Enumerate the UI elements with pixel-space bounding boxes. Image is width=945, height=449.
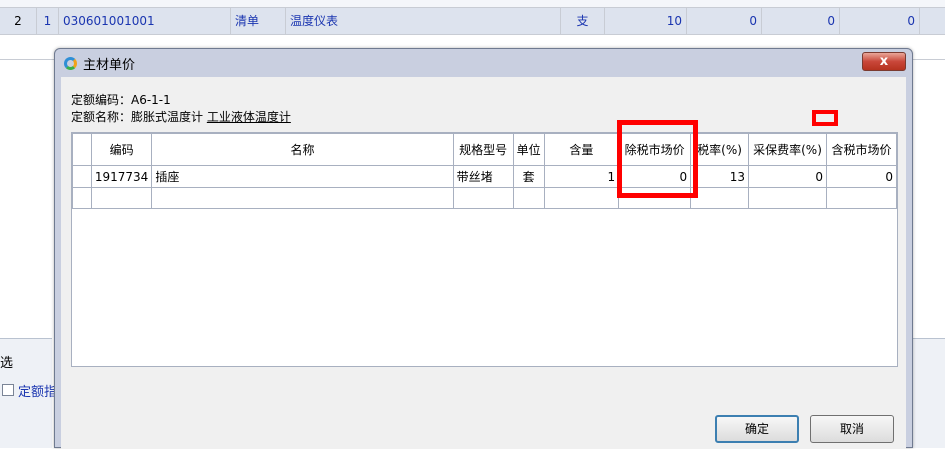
row-selector-header	[72, 133, 92, 166]
background-row-partial	[0, 0, 945, 8]
quota-name-prefix: 定额名称：膨胀式温度计	[71, 110, 207, 124]
col-header-spec[interactable]: 规格型号	[452, 133, 514, 166]
empty-cell[interactable]	[151, 187, 454, 209]
lower-panel-right	[912, 338, 945, 448]
select-label: 选	[0, 356, 14, 371]
cell-spec[interactable]: 带丝堵	[452, 165, 514, 188]
col-header-content[interactable]: 含量	[543, 133, 620, 166]
quota-code: 定额编码：A6-1-1	[71, 93, 171, 107]
row-code[interactable]: 030601001001	[59, 8, 231, 34]
table-row-empty[interactable]	[72, 187, 898, 209]
col-header-tax-rate[interactable]: 税率(%)	[690, 133, 750, 166]
empty-cell[interactable]	[512, 187, 545, 209]
cell-price-in-tax[interactable]: 0	[825, 165, 898, 188]
quota-checkbox-label[interactable]: 定额指	[18, 381, 57, 400]
row-name[interactable]: 温度仪表	[286, 8, 561, 34]
background-row-selected[interactable]: 2 1 030601001001 清单 温度仪表 支 10 0 0 0	[0, 8, 945, 35]
row-qty: 10	[605, 8, 687, 34]
row-type: 清单	[231, 8, 286, 34]
row-selector[interactable]	[72, 165, 92, 188]
row-selector[interactable]	[72, 187, 92, 209]
cell-name[interactable]: 插座	[151, 165, 454, 188]
app-logo-icon	[64, 57, 77, 70]
empty-cell[interactable]	[452, 187, 514, 209]
table-row[interactable]: 1917734 插座 带丝堵 套 1 0 13 0 0	[72, 165, 898, 188]
cell-fee-rate[interactable]: 0	[748, 165, 827, 188]
empty-cell[interactable]	[748, 187, 827, 209]
row-index: 2	[0, 8, 37, 34]
col-header-code[interactable]: 编码	[90, 133, 153, 166]
main-material-price-dialog: 主材单价 x 定额编码：A6-1-1 定额名称：膨胀式温度计 工业液体温度计 编…	[54, 48, 913, 449]
cell-code[interactable]: 1917734	[90, 165, 153, 188]
empty-cell[interactable]	[543, 187, 620, 209]
cell-tax-rate[interactable]: 13	[690, 165, 750, 188]
quota-name-link[interactable]: 工业液体温度计	[207, 110, 291, 124]
material-table: 编码 名称 规格型号 单位 含量 除税市场价 税率(%) 采保费率(%) 含税市…	[72, 133, 898, 209]
quota-checkbox[interactable]	[2, 384, 14, 396]
small-highlight-marker	[812, 110, 838, 126]
col-header-price-in-tax[interactable]: 含税市场价	[825, 133, 898, 166]
cancel-button[interactable]: 取消	[810, 415, 894, 443]
table-header-row: 编码 名称 规格型号 单位 含量 除税市场价 税率(%) 采保费率(%) 含税市…	[72, 133, 898, 166]
col-header-name[interactable]: 名称	[151, 133, 454, 166]
material-grid: 编码 名称 规格型号 单位 含量 除税市场价 税率(%) 采保费率(%) 含税市…	[71, 132, 898, 367]
row-seq: 1	[37, 8, 59, 34]
quota-name: 定额名称：膨胀式温度计 工业液体温度计	[71, 108, 291, 125]
col-header-fee-rate[interactable]: 采保费率(%)	[748, 133, 827, 166]
row-value-3: 0	[840, 8, 920, 34]
dialog-titlebar[interactable]: 主材单价 x	[55, 49, 912, 75]
dialog-title: 主材单价	[83, 58, 136, 73]
cell-unit[interactable]: 套	[512, 165, 545, 188]
close-button[interactable]: x	[862, 52, 906, 71]
dialog-body: 定额编码：A6-1-1 定额名称：膨胀式温度计 工业液体温度计 编码 名称 规格…	[61, 77, 906, 449]
price-column-highlight	[617, 120, 698, 198]
cell-content[interactable]: 1	[543, 165, 620, 188]
row-value-1: 0	[687, 8, 762, 34]
empty-cell[interactable]	[690, 187, 750, 209]
row-unit: 支	[561, 8, 605, 34]
col-header-unit[interactable]: 单位	[512, 133, 545, 166]
ok-button[interactable]: 确定	[715, 415, 799, 443]
empty-cell[interactable]	[90, 187, 153, 209]
row-value-2: 0	[762, 8, 840, 34]
empty-cell[interactable]	[825, 187, 898, 209]
